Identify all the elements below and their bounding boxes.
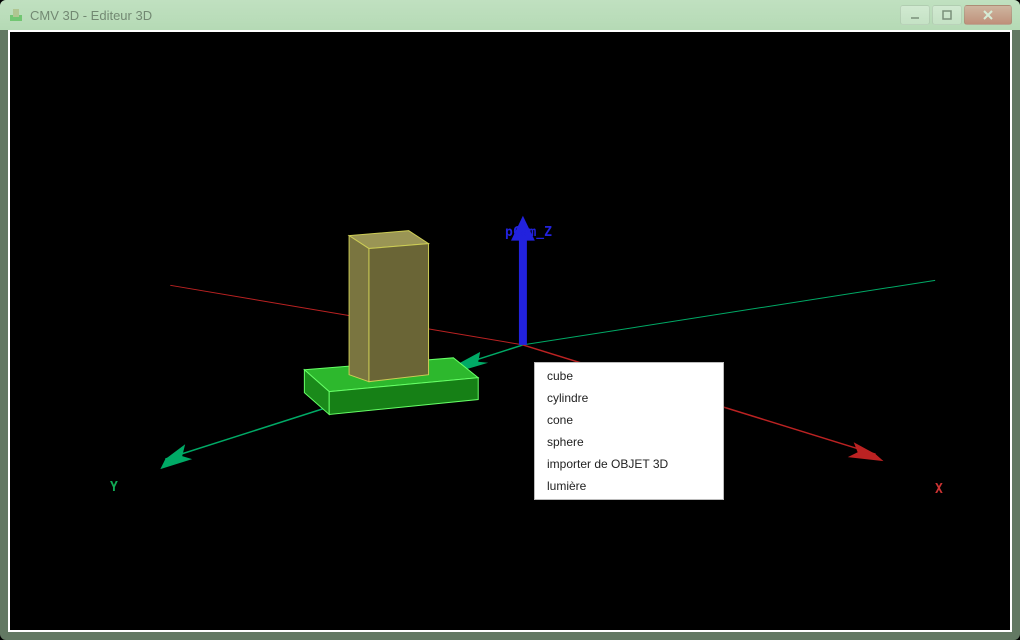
menu-item-lumiere[interactable]: lumière [537, 475, 721, 497]
app-icon [8, 7, 24, 23]
menu-item-cube[interactable]: cube [537, 365, 721, 387]
axis-y-label: Y [110, 480, 118, 495]
axis-x-line-back [170, 285, 523, 345]
close-button[interactable] [964, 5, 1012, 25]
context-menu[interactable]: cube cylindre cone sphere importer de OB… [534, 362, 724, 500]
axis-x-arrow-icon [848, 442, 884, 461]
menu-item-import[interactable]: importer de OBJET 3D [537, 453, 721, 475]
menu-item-sphere[interactable]: sphere [537, 431, 721, 453]
menu-item-cone[interactable]: cone [537, 409, 721, 431]
maximize-button[interactable] [932, 5, 962, 25]
menu-item-cylindre[interactable]: cylindre [537, 387, 721, 409]
axis-y-line-back [523, 280, 935, 345]
axis-x-label: X [935, 482, 943, 497]
axis-y-arrow-icon [160, 444, 192, 469]
axis-z-label: pCam_Z [505, 225, 552, 240]
column-block [349, 231, 428, 382]
window-controls [898, 5, 1012, 25]
scene-canvas[interactable] [10, 32, 1010, 630]
titlebar[interactable]: CMV 3D - Editeur 3D [0, 0, 1020, 30]
viewport-3d[interactable]: pCam_Z X Y cube cylindre cone sphere imp… [8, 30, 1012, 632]
window-title: CMV 3D - Editeur 3D [30, 8, 898, 23]
minimize-button[interactable] [900, 5, 930, 25]
